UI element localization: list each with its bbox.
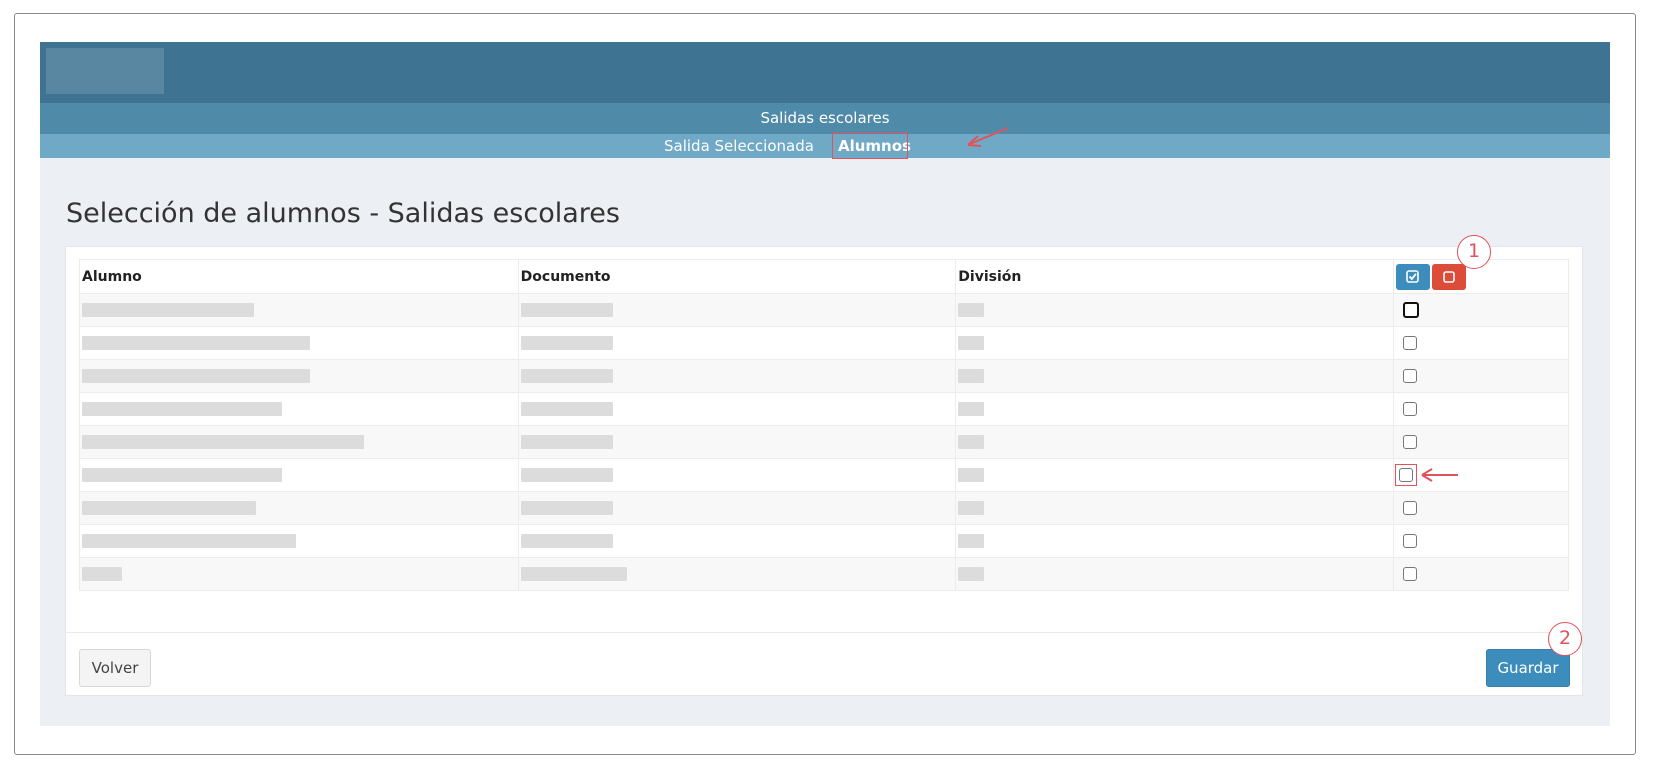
cell-alumno xyxy=(79,557,519,591)
cell-documento xyxy=(517,458,957,492)
cell-division xyxy=(955,326,1394,360)
cell-documento xyxy=(517,425,957,459)
table-row xyxy=(79,392,1570,426)
cell-alumno xyxy=(79,359,519,393)
table-row xyxy=(79,326,1570,360)
deselect-all-button[interactable] xyxy=(1431,263,1466,290)
cell-division xyxy=(955,458,1394,492)
table-row xyxy=(79,524,1570,558)
annotation-badge-2: 2 xyxy=(1548,622,1582,656)
highlight-box-alumnos xyxy=(832,132,908,159)
cell-division xyxy=(955,392,1394,426)
students-table: Alumno Documento División xyxy=(79,259,1570,591)
cell-division xyxy=(955,425,1394,459)
cell-alumno xyxy=(79,392,519,426)
page-title: Selección de alumnos - Salidas escolares xyxy=(66,198,620,229)
row-checkbox[interactable] xyxy=(1402,501,1417,515)
table-row xyxy=(79,359,1570,393)
app-container: Salidas escolares Salida Seleccionada Al… xyxy=(40,42,1610,726)
table-row xyxy=(79,491,1570,525)
sub-menu: Salida Seleccionada Alumnos xyxy=(40,132,1610,159)
annotation-badge-1: 1 xyxy=(1457,235,1491,269)
cell-documento xyxy=(517,491,957,525)
main-menu: Salidas escolares xyxy=(40,103,1610,134)
cell-alumno xyxy=(79,491,519,525)
row-checkbox[interactable] xyxy=(1402,402,1417,416)
logo xyxy=(46,48,164,94)
highlight-box-checkbox xyxy=(1394,464,1417,486)
cell-alumno xyxy=(79,458,519,492)
table-row xyxy=(79,425,1570,459)
column-header-division: División xyxy=(955,259,1394,294)
column-header-alumno: Alumno xyxy=(79,259,519,294)
cell-documento xyxy=(517,359,957,393)
cell-select xyxy=(1392,293,1570,327)
cell-select xyxy=(1392,524,1570,558)
cell-select xyxy=(1392,392,1570,426)
row-checkbox[interactable] xyxy=(1398,468,1413,482)
menu-item-salidas-escolares[interactable]: Salidas escolares xyxy=(760,109,889,127)
cell-select xyxy=(1392,359,1570,393)
column-header-documento: Documento xyxy=(517,259,957,294)
cell-division xyxy=(955,557,1394,591)
cell-documento xyxy=(517,524,957,558)
cell-alumno xyxy=(79,524,519,558)
table-row xyxy=(79,557,1570,591)
cell-select xyxy=(1392,326,1570,360)
students-panel: Alumno Documento División Volver Guardar xyxy=(65,246,1583,696)
cell-division xyxy=(955,293,1394,327)
save-button[interactable]: Guardar xyxy=(1486,649,1570,687)
cell-division xyxy=(955,524,1394,558)
table-row xyxy=(79,458,1570,492)
cell-documento xyxy=(517,392,957,426)
annotation-arrow-checkbox xyxy=(1421,468,1458,482)
row-checkbox[interactable] xyxy=(1402,435,1417,449)
row-checkbox[interactable] xyxy=(1402,369,1417,383)
cell-alumno xyxy=(79,293,519,327)
cell-documento xyxy=(517,326,957,360)
panel-footer-divider xyxy=(66,632,1582,633)
cell-division xyxy=(955,359,1394,393)
cell-select xyxy=(1392,425,1570,459)
submenu-item-salida-seleccionada[interactable]: Salida Seleccionada xyxy=(664,134,814,158)
select-all-button[interactable] xyxy=(1395,263,1430,290)
table-header-row: Alumno Documento División xyxy=(79,259,1570,294)
cell-select xyxy=(1392,557,1570,591)
row-checkbox[interactable] xyxy=(1402,534,1417,548)
cell-select xyxy=(1392,458,1570,492)
cell-alumno xyxy=(79,425,519,459)
check-square-icon xyxy=(1406,270,1420,283)
back-button[interactable]: Volver xyxy=(79,649,151,687)
cell-alumno xyxy=(79,326,519,360)
cell-division xyxy=(955,491,1394,525)
cell-documento xyxy=(517,557,957,591)
top-header xyxy=(40,42,1610,103)
cell-select xyxy=(1392,491,1570,525)
row-checkbox[interactable] xyxy=(1402,567,1417,581)
square-icon xyxy=(1443,270,1455,283)
cell-documento xyxy=(517,293,957,327)
row-checkbox[interactable] xyxy=(1402,302,1419,318)
row-checkbox[interactable] xyxy=(1402,336,1417,350)
table-row xyxy=(79,293,1570,327)
